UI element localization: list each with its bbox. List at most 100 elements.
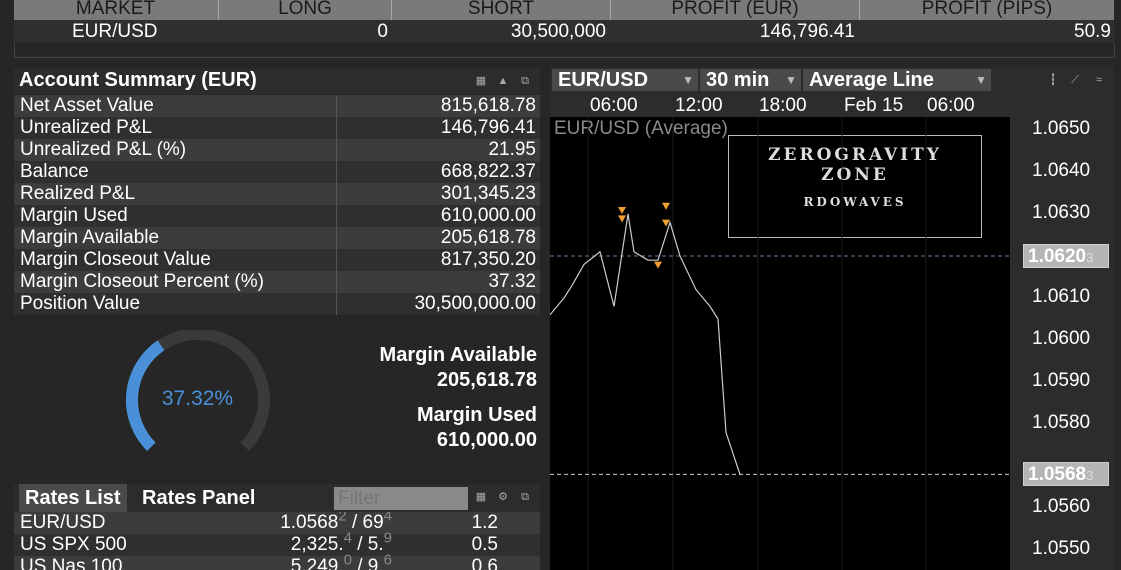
position-profit-pips: 50.9 <box>1074 21 1111 42</box>
row-value: 205,618.78 <box>440 227 536 248</box>
rate-row[interactable]: US SPX 500 2,325.4 / 5.9 0.5 <box>14 529 540 556</box>
rate-quote: 5,249.0 / 9.6 <box>291 553 392 570</box>
row-divider <box>336 205 337 227</box>
instrument-value: EUR/USD <box>558 69 649 91</box>
rate-spread: 1.2 <box>471 512 498 533</box>
account-row: Net Asset Value 815,618.78 <box>14 95 540 117</box>
popout-icon[interactable]: ⧉ <box>516 72 534 90</box>
trade-marker[interactable] <box>618 215 626 223</box>
price-main: 1.0568 <box>1028 464 1087 486</box>
row-label: Margin Closeout Percent (%) <box>20 271 264 292</box>
trade-marker[interactable] <box>662 202 670 210</box>
chart-grid <box>587 117 927 570</box>
rate-spread: 0.6 <box>471 556 498 570</box>
account-row: Margin Used 610,000.00 <box>14 205 540 227</box>
time-label: 06:00 <box>927 95 975 116</box>
row-value: 301,345.23 <box>440 183 536 204</box>
chevron-down-icon: ▼ <box>682 73 694 87</box>
chart-svg <box>550 117 1010 570</box>
price-label: 1.0640 <box>1032 160 1091 181</box>
row-value: 668,822.37 <box>440 161 536 182</box>
price-pip: 3 <box>1086 468 1094 484</box>
row-label: Margin Used <box>20 205 128 226</box>
price-label: 1.0550 <box>1032 538 1091 559</box>
account-summary-table: Net Asset Value 815,618.78 Unrealized P&L… <box>14 95 540 315</box>
row-label: Unrealized P&L <box>20 117 153 138</box>
account-summary-title: Account Summary (EUR) <box>19 69 257 91</box>
chevron-down-icon: ▼ <box>975 73 987 87</box>
rate-quote: 1.05682 / 694 <box>280 512 392 534</box>
row-value: 37.32 <box>488 271 536 292</box>
account-row: Realized P&L 301,345.23 <box>14 183 540 205</box>
position-market: EUR/USD <box>72 21 158 42</box>
row-divider <box>336 227 337 249</box>
row-label: Position Value <box>20 293 141 314</box>
row-divider <box>336 117 337 139</box>
ask-pip: 9 <box>383 529 392 547</box>
row-value: 817,350.20 <box>440 249 536 270</box>
tab-rates-panel[interactable]: Rates Panel <box>136 484 261 512</box>
price-label: 1.0580 <box>1032 412 1091 433</box>
account-row: Margin Closeout Percent (%) 37.32 <box>14 271 540 293</box>
row-value: 21.95 <box>488 139 536 160</box>
granularity-select[interactable]: 30 min ▼ <box>700 69 801 91</box>
chevron-down-icon: ▼ <box>785 73 797 87</box>
price-pip: 3 <box>1086 250 1094 265</box>
row-label: Balance <box>20 161 89 182</box>
tab-rates-list[interactable]: Rates List <box>19 484 127 512</box>
panel-menu-icon[interactable]: ▦ <box>472 72 490 90</box>
account-row: Margin Available 205,618.78 <box>14 227 540 249</box>
col-market[interactable]: MARKET <box>14 0 217 20</box>
gear-icon[interactable]: ⚙ <box>494 488 512 506</box>
popout-icon[interactable]: ⧉ <box>516 488 534 506</box>
granularity-value: 30 min <box>706 69 770 91</box>
panel-menu-icon[interactable]: ▦ <box>472 488 490 506</box>
col-short[interactable]: SHORT <box>392 0 610 20</box>
bid-pip: 2 <box>338 512 347 525</box>
account-summary-header: Account Summary (EUR) ▦ ▲ ⧉ <box>14 68 540 94</box>
rate-symbol: US SPX 500 <box>20 534 127 555</box>
price-label: 1.0610 <box>1032 286 1091 307</box>
filter-input[interactable] <box>334 487 468 510</box>
price-label: 1.0590 <box>1032 370 1091 391</box>
trade-markers <box>618 202 670 269</box>
col-profit-pips[interactable]: PROFIT (PIPS) <box>860 0 1114 20</box>
margin-available-value: 205,618.78 <box>436 369 537 391</box>
rate-symbol: US Nas 100 <box>20 556 123 570</box>
row-divider <box>336 293 337 315</box>
time-label: 18:00 <box>759 95 807 116</box>
row-label: Margin Closeout Value <box>20 249 211 270</box>
current-price-high-box: 1.06203 <box>1023 244 1109 268</box>
chart-plot[interactable]: EUR/USD (Average) ZEROGRAVITY ZONE RDOWA… <box>550 117 1010 570</box>
row-label: Realized P&L <box>20 183 136 204</box>
collapse-icon[interactable]: ▲ <box>494 72 512 90</box>
chart-style-select[interactable]: Average Line ▼ <box>803 69 991 91</box>
row-divider <box>336 139 337 161</box>
account-row: Position Value 30,500,000.00 <box>14 293 540 315</box>
draw-line-icon[interactable]: ⟋ <box>1066 71 1084 89</box>
candles-icon[interactable]: ┇ <box>1044 71 1062 89</box>
row-value: 610,000.00 <box>440 205 536 226</box>
position-row[interactable]: EUR/USD 0 30,500,000 146,796.41 50.9 <box>14 20 1114 43</box>
row-value: 146,796.41 <box>440 117 536 138</box>
col-profit-eur[interactable]: PROFIT (EUR) <box>611 0 859 20</box>
rates-table: EUR/USD 1.05682 / 694 1.2 US SPX 500 2,3… <box>14 512 540 570</box>
trade-marker[interactable] <box>654 261 662 269</box>
ask-main: 9. <box>367 556 384 570</box>
indicators-icon[interactable]: ≈ <box>1090 71 1108 89</box>
ask-main: 5. <box>367 534 384 555</box>
col-long[interactable]: LONG <box>219 0 391 20</box>
account-row: Margin Closeout Value 817,350.20 <box>14 249 540 271</box>
row-label: Unrealized P&L (%) <box>20 139 187 160</box>
row-divider <box>336 95 337 117</box>
margin-used-label: Margin Used <box>416 404 537 426</box>
bid-main: 2,325. <box>290 534 344 555</box>
position-short: 30,500,000 <box>510 21 606 42</box>
rate-row[interactable]: EUR/USD 1.05682 / 694 1.2 <box>14 512 540 534</box>
rate-row[interactable]: US Nas 100 5,249.0 / 9.6 0.6 <box>14 553 540 570</box>
rate-quote: 2,325.4 / 5.9 <box>290 529 392 555</box>
trade-marker[interactable] <box>618 207 626 214</box>
rate-symbol: EUR/USD <box>20 512 106 533</box>
row-divider <box>336 161 337 183</box>
instrument-select[interactable]: EUR/USD ▼ <box>552 69 698 91</box>
